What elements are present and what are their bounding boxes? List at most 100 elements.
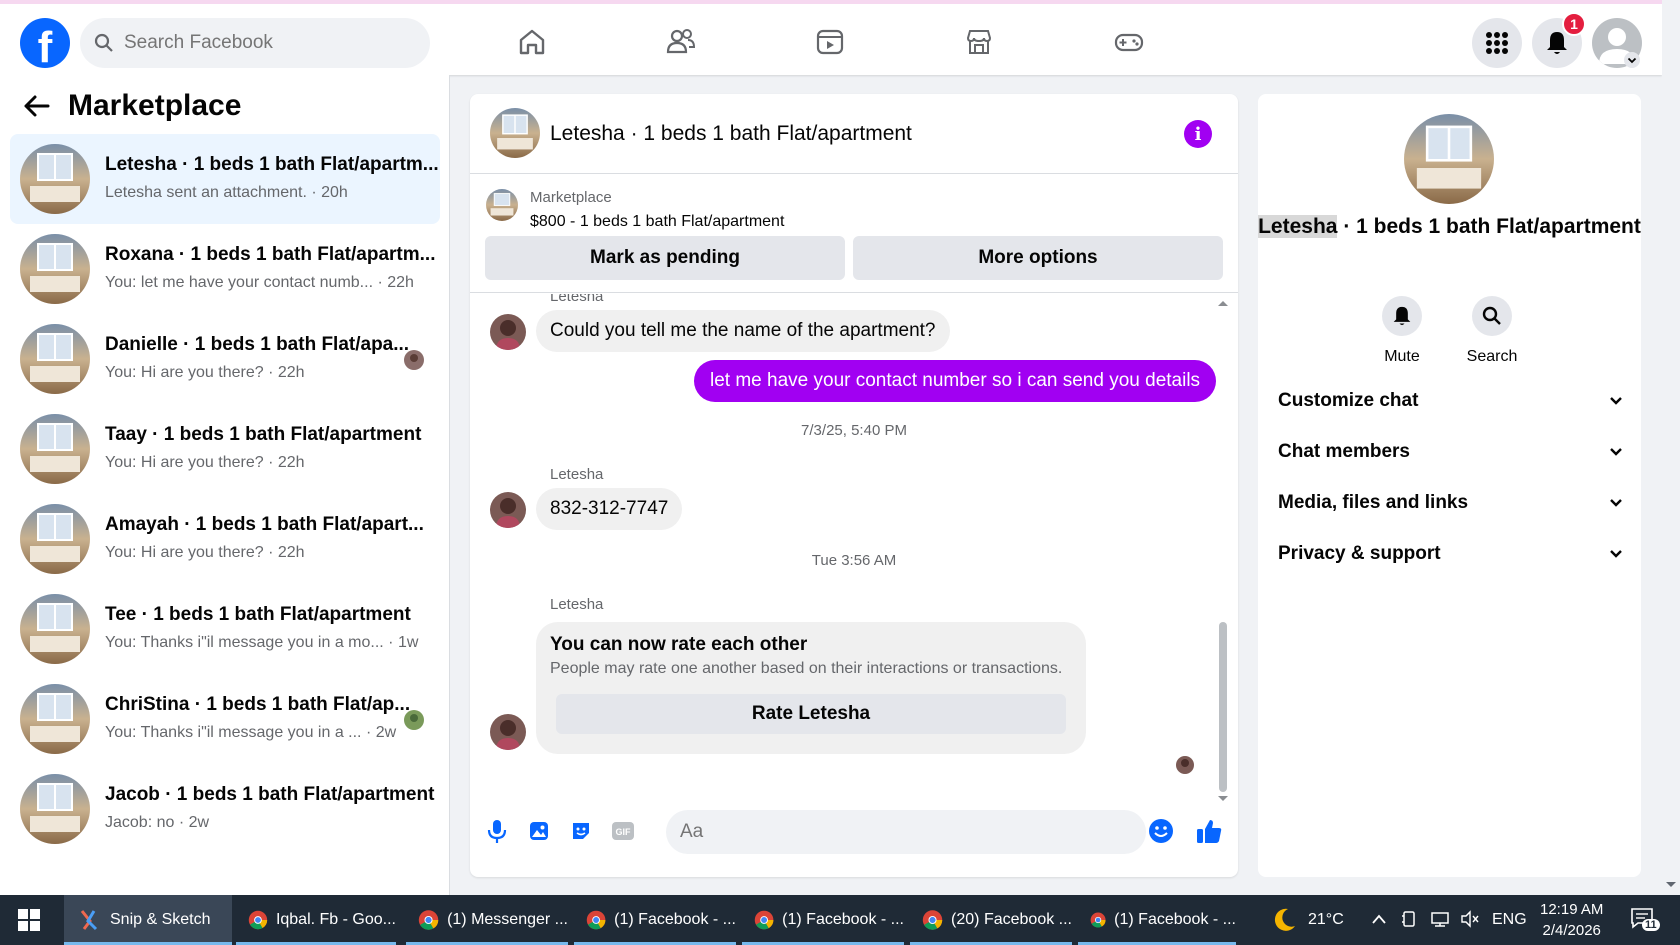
taskbar-item-chrome[interactable]: (1) Facebook - ... <box>742 895 904 945</box>
conversation-item[interactable]: Letesha · 1 beds 1 bath Flat/apartm... L… <box>10 134 440 224</box>
search-input[interactable] <box>124 32 384 54</box>
chrome-icon <box>754 910 774 930</box>
page-scrollbar[interactable] <box>1662 0 1680 895</box>
snip-sketch-icon <box>80 910 98 931</box>
marketplace-icon[interactable] <box>961 24 997 60</box>
system-clock[interactable]: 12:19 AM 2/4/2026 <box>1540 899 1603 941</box>
home-icon[interactable] <box>514 24 550 60</box>
read-receipt-avatar <box>1176 756 1194 774</box>
more-options-button[interactable]: More options <box>853 236 1223 280</box>
incoming-message[interactable]: Could you tell me the name of the apartm… <box>536 310 950 352</box>
sender-avatar[interactable] <box>490 314 526 350</box>
video-icon[interactable] <box>812 24 848 60</box>
clock-date: 2/4/2026 <box>1542 922 1601 939</box>
chevron-down-icon[interactable] <box>1624 52 1640 68</box>
outgoing-message[interactable]: let me have your contact number so i can… <box>694 360 1217 402</box>
emoji-icon[interactable] <box>1146 816 1176 846</box>
chevron-up-icon[interactable] <box>1371 913 1387 925</box>
moon-icon <box>1274 908 1295 931</box>
chat-members-section[interactable]: Chat members <box>1278 432 1623 472</box>
taskbar-item-chrome[interactable]: (1) Messenger ... <box>406 895 568 945</box>
search-action[interactable]: Search <box>1452 296 1532 366</box>
conversation-title: Letesha · 1 beds 1 bath Flat/apartm... <box>105 154 439 175</box>
search-box[interactable] <box>80 18 430 68</box>
details-name-rest: · 1 beds 1 bath Flat/apartment <box>1337 215 1641 238</box>
message-list: Letesha Could you tell me the name of th… <box>470 294 1238 794</box>
chat-avatar[interactable] <box>490 108 540 158</box>
chat-title[interactable]: Letesha · 1 beds 1 bath Flat/apartment <box>550 122 912 146</box>
taskbar-item-chrome[interactable]: (20) Facebook ... <box>910 895 1072 945</box>
rate-button[interactable]: Rate Letesha <box>556 694 1066 734</box>
privacy-support-section[interactable]: Privacy & support <box>1278 534 1623 574</box>
chat-scrollbar[interactable] <box>1216 301 1228 801</box>
taskbar-label: Snip & Sketch <box>110 911 211 928</box>
media-files-section[interactable]: Media, files and links <box>1278 483 1623 523</box>
seen-avatar <box>404 710 424 730</box>
scroll-up-icon[interactable] <box>1216 298 1230 308</box>
conversation-item[interactable]: ChriStina · 1 beds 1 bath Flat/ap... You… <box>10 674 440 764</box>
conversation-item[interactable]: Danielle · 1 beds 1 bath Flat/apa... You… <box>10 314 440 404</box>
conversation-item[interactable]: Jacob · 1 beds 1 bath Flat/apartment Jac… <box>10 764 440 854</box>
like-icon[interactable] <box>1194 816 1224 846</box>
friends-icon[interactable] <box>663 24 699 60</box>
listing-avatar <box>20 234 90 304</box>
message-timestamp: 7/3/25, 5:40 PM <box>801 422 907 439</box>
mute-action[interactable]: Mute <box>1362 296 1442 366</box>
gif-icon[interactable]: GIF <box>608 816 638 846</box>
taskbar-item-chrome[interactable]: Iqbal. Fb - Goo... <box>236 895 396 945</box>
message-input-box[interactable] <box>666 810 1146 854</box>
taskbar-item-chrome[interactable]: (1) Facebook - ... <box>1078 895 1236 945</box>
photo-icon[interactable] <box>524 816 554 846</box>
notifications-button[interactable]: 1 <box>1532 12 1586 68</box>
message-sender: Letesha <box>550 466 604 483</box>
chrome-icon <box>586 910 606 930</box>
conversation-preview: You: Hi are you there? · 22h <box>105 364 305 381</box>
windows-start-icon[interactable] <box>18 909 40 931</box>
listing-avatar <box>20 414 90 484</box>
rating-title: You can now rate each other <box>550 634 808 655</box>
language-indicator[interactable]: ENG <box>1492 895 1527 945</box>
listing-price[interactable]: $800 - 1 beds 1 bath Flat/apartment <box>530 213 784 231</box>
back-arrow-icon[interactable] <box>22 92 50 120</box>
listing-avatar <box>20 504 90 574</box>
chat-details-panel: Letesha · 1 beds 1 bath Flat/apartment M… <box>1258 94 1641 877</box>
conversation-item[interactable]: Roxana · 1 beds 1 bath Flat/apartm... Yo… <box>10 224 440 314</box>
clock-time: 12:19 AM <box>1540 901 1604 918</box>
conversation-item[interactable]: Taay · 1 beds 1 bath Flat/apartment You:… <box>10 404 440 494</box>
incoming-message[interactable]: 832-312-7747 <box>536 488 683 530</box>
sender-avatar[interactable] <box>490 492 526 528</box>
action-center-button[interactable]: 11 <box>1630 907 1660 933</box>
menu-grid-button[interactable] <box>1472 18 1522 68</box>
facebook-logo-icon[interactable]: f <box>20 18 70 68</box>
mark-pending-button[interactable]: Mark as pending <box>485 236 845 280</box>
sticker-icon[interactable] <box>566 816 596 846</box>
gaming-icon[interactable] <box>1111 24 1147 60</box>
chat-panel: Letesha · 1 beds 1 bath Flat/apartment i… <box>470 94 1238 877</box>
taskbar-item-snip[interactable]: Snip & Sketch <box>64 895 232 945</box>
taskbar-item-chrome[interactable]: (1) Facebook - ... <box>574 895 736 945</box>
message-input[interactable] <box>680 821 1080 843</box>
speaker-muted-icon[interactable] <box>1460 910 1480 928</box>
language-label: ENG <box>1492 911 1527 928</box>
conversation-item[interactable]: Amayah · 1 beds 1 bath Flat/apart... You… <box>10 494 440 584</box>
listing-avatar <box>20 144 90 214</box>
listing-avatar <box>20 684 90 754</box>
info-icon[interactable]: i <box>1184 120 1212 148</box>
customize-chat-section[interactable]: Customize chat <box>1278 381 1623 421</box>
listing-thumbnail[interactable] <box>486 189 518 221</box>
weather-widget[interactable]: 21°C <box>1270 895 1344 945</box>
network-icon[interactable] <box>1430 910 1450 928</box>
chrome-icon <box>248 910 268 930</box>
conversation-preview: You: Thanks i"il message you in a ... · … <box>105 724 397 741</box>
scroll-down-icon[interactable] <box>1665 880 1677 890</box>
weather-temp: 21°C <box>1308 911 1344 928</box>
sender-avatar[interactable] <box>490 714 526 750</box>
device-icon[interactable] <box>1400 910 1418 928</box>
details-avatar[interactable] <box>1404 114 1494 204</box>
scrollbar-thumb[interactable] <box>1219 622 1227 792</box>
notification-badge: 1 <box>1562 12 1586 36</box>
microphone-icon[interactable] <box>482 816 512 846</box>
chrome-icon <box>418 910 439 930</box>
message-timestamp: Tue 3:56 AM <box>811 552 897 569</box>
conversation-item[interactable]: Tee · 1 beds 1 bath Flat/apartment You: … <box>10 584 440 674</box>
